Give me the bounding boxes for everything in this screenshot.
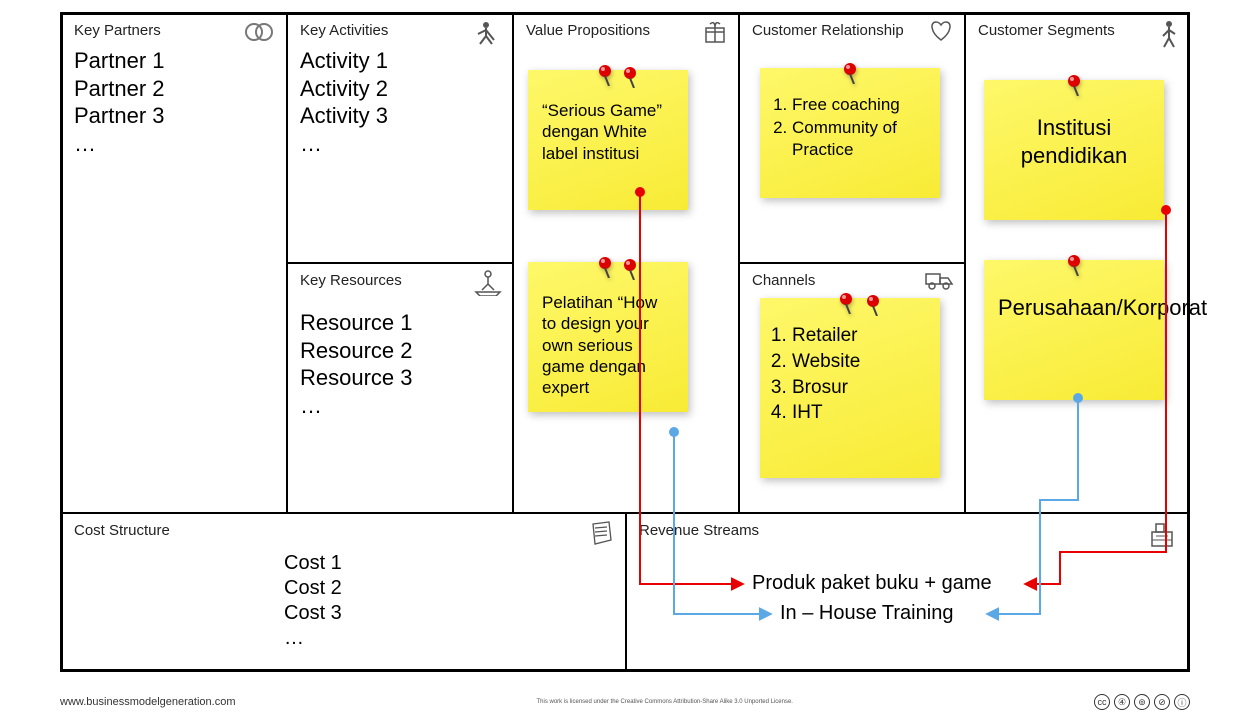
sticky-cr: Free coaching Community of Practice bbox=[760, 68, 940, 198]
footer-url: www.businessmodelgeneration.com bbox=[60, 696, 235, 708]
ka-item: Activity 1 bbox=[300, 47, 500, 75]
kr-item: … bbox=[300, 392, 500, 420]
activity-icon bbox=[474, 20, 502, 52]
pin-icon bbox=[621, 66, 639, 93]
title-cost: Cost Structure bbox=[74, 522, 613, 539]
paper-icon bbox=[587, 520, 615, 552]
kr-item: Resource 2 bbox=[300, 337, 500, 365]
list-cost: Cost 1 Cost 2 Cost 3 … bbox=[284, 551, 613, 651]
cost-item: Cost 2 bbox=[284, 576, 613, 601]
title-key-activities: Key Activities bbox=[300, 22, 500, 39]
footer-license: This work is licensed under the Creative… bbox=[537, 699, 793, 705]
cr-item: Free coaching bbox=[792, 94, 926, 115]
kp-item: Partner 1 bbox=[74, 47, 274, 75]
block-cost-structure: Cost Structure Cost 1 Cost 2 Cost 3 … bbox=[60, 512, 627, 672]
kp-item: Partner 3 bbox=[74, 102, 274, 130]
title-key-resources: Key Resources bbox=[300, 272, 500, 289]
list-key-activities: Activity 1 Activity 2 Activity 3 … bbox=[300, 47, 500, 157]
title-value-props: Value Propositions bbox=[526, 22, 726, 39]
title-cust-rel: Customer Relationship bbox=[752, 22, 952, 39]
truck-icon bbox=[924, 270, 954, 296]
footer: www.businessmodelgeneration.com This wor… bbox=[60, 694, 1190, 710]
sticky-vp2: Pelatihan “How to design your own seriou… bbox=[528, 262, 688, 412]
cost-item: Cost 1 bbox=[284, 551, 613, 576]
block-key-resources: Key Resources Resource 1 Resource 2 Reso… bbox=[286, 262, 514, 514]
pin-icon bbox=[1065, 254, 1083, 283]
cost-item: Cost 3 bbox=[284, 601, 613, 626]
pin-icon bbox=[837, 292, 855, 319]
cash-register-icon bbox=[1146, 520, 1178, 556]
list-key-partners: Partner 1 Partner 2 Partner 3 … bbox=[74, 47, 274, 157]
pin-icon bbox=[621, 258, 639, 285]
pin-icon bbox=[596, 64, 614, 91]
sticky-channels: Retailer Website Brosur IHT bbox=[760, 298, 940, 478]
heart-icon bbox=[928, 20, 954, 48]
sticky-cs1: Institusi pendidikan bbox=[984, 80, 1164, 220]
sticky-cs2: Perusahaan/Korporat bbox=[984, 260, 1164, 400]
sticky-vp1: “Serious Game” dengan White label instit… bbox=[528, 70, 688, 210]
title-cust-seg: Customer Segments bbox=[978, 22, 1176, 39]
cr-item: Community of Practice bbox=[792, 117, 926, 160]
list-key-resources: Resource 1 Resource 2 Resource 3 … bbox=[300, 309, 500, 419]
resource-icon bbox=[474, 270, 502, 302]
kp-item: … bbox=[74, 130, 274, 158]
pin-icon bbox=[1065, 74, 1083, 103]
revenue-row-1: Produk paket buku + game bbox=[752, 572, 992, 595]
sticky-text: Pelatihan “How to design your own seriou… bbox=[542, 293, 657, 397]
ka-item: Activity 2 bbox=[300, 75, 500, 103]
ch-item: Retailer bbox=[792, 324, 926, 348]
ch-list: Retailer Website Brosur IHT bbox=[792, 324, 926, 425]
title-channels: Channels bbox=[752, 272, 952, 289]
ch-item: Website bbox=[792, 350, 926, 374]
ch-item: IHT bbox=[792, 401, 926, 425]
kr-item: Resource 3 bbox=[300, 364, 500, 392]
cc-icon: ⊚ bbox=[1134, 694, 1150, 710]
person-icon bbox=[1160, 20, 1178, 54]
gift-icon bbox=[702, 20, 728, 50]
title-revenue: Revenue Streams bbox=[639, 522, 1176, 539]
sticky-text: Institusi pendidikan bbox=[1021, 115, 1127, 168]
ka-item: … bbox=[300, 130, 500, 158]
sticky-text: Perusahaan/Korporat bbox=[998, 295, 1207, 320]
cc-icon: cc bbox=[1094, 694, 1110, 710]
ch-item: Brosur bbox=[792, 376, 926, 400]
revenue-row-2: In – House Training bbox=[780, 602, 953, 625]
sticky-text: “Serious Game” dengan White label instit… bbox=[542, 101, 662, 163]
cost-item: … bbox=[284, 626, 613, 651]
pin-icon bbox=[596, 256, 614, 283]
cc-icon: ⊘ bbox=[1154, 694, 1170, 710]
cc-icon: ④ bbox=[1114, 694, 1130, 710]
cc-icons: cc ④ ⊚ ⊘ ⓘ bbox=[1094, 694, 1190, 710]
pin-icon bbox=[864, 294, 882, 321]
ka-item: Activity 3 bbox=[300, 102, 500, 130]
block-key-partners: Key Partners Partner 1 Partner 2 Partner… bbox=[60, 12, 288, 514]
pin-icon bbox=[841, 62, 859, 89]
rings-icon bbox=[244, 20, 276, 48]
kr-item: Resource 1 bbox=[300, 309, 500, 337]
block-key-activities: Key Activities Activity 1 Activity 2 Act… bbox=[286, 12, 514, 264]
cr-list: Free coaching Community of Practice bbox=[792, 94, 926, 160]
kp-item: Partner 2 bbox=[74, 75, 274, 103]
cc-icon: ⓘ bbox=[1174, 694, 1190, 710]
